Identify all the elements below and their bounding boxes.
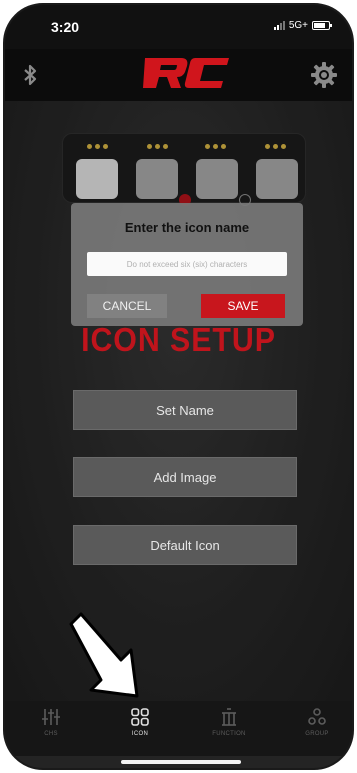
grid-icon — [131, 708, 149, 726]
save-button[interactable]: SAVE — [201, 294, 285, 318]
group-icon — [308, 708, 326, 725]
phone-screen: 3:20 5G+ ICON SETUP Enter the icon name … — [3, 3, 354, 770]
icon-name-dialog: Enter the icon name CANCEL SAVE — [71, 203, 303, 326]
home-indicator[interactable] — [121, 760, 241, 764]
icon-name-input[interactable] — [87, 252, 287, 276]
signal-icon — [273, 21, 285, 30]
set-name-button[interactable]: Set Name — [73, 390, 297, 430]
add-image-button[interactable]: Add Image — [73, 457, 297, 497]
tab-group[interactable]: GROUP — [287, 707, 347, 751]
tab-label: GROUP — [305, 731, 329, 737]
tab-label: ICON — [131, 731, 149, 737]
tab-label: CHS — [44, 731, 58, 737]
sliders-icon — [42, 709, 60, 725]
network-label: 5G+ — [288, 20, 308, 31]
tab-chs[interactable]: CHS — [21, 707, 81, 751]
status-bar: 3:20 5G+ — [5, 5, 352, 49]
tab-label: FUNCTION — [212, 731, 246, 737]
tab-function[interactable]: FUNCTION — [199, 707, 259, 751]
brand-logo — [143, 58, 229, 88]
default-icon-button[interactable]: Default Icon — [73, 525, 297, 565]
cancel-button[interactable]: CANCEL — [87, 294, 167, 318]
battery-icon — [312, 21, 332, 30]
function-icon — [222, 708, 236, 726]
status-time: 3:20 — [51, 19, 80, 35]
bottom-tab-bar: CHS ICON FUNCTION GROUP — [5, 701, 352, 756]
dialog-title: Enter the icon name — [124, 220, 250, 235]
app-header — [5, 49, 352, 101]
status-indicators: 5G+ — [273, 20, 332, 31]
pointer-arrow-icon — [69, 612, 139, 698]
page-title: ICON SETUP — [81, 321, 276, 358]
settings-gear-icon[interactable] — [310, 61, 338, 89]
tab-icon[interactable]: ICON — [110, 707, 170, 751]
bluetooth-icon[interactable] — [21, 63, 39, 87]
